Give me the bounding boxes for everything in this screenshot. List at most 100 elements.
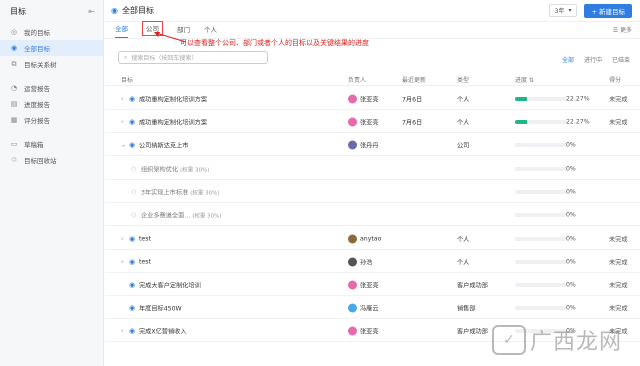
owner-name: 张亚亮 [360,282,379,289]
goal-icon: ◉ [129,280,136,289]
table-row[interactable]: › ◉ test 孙浩 个人 0% 未完成 [105,251,640,273]
filter-ended[interactable]: 已结束 [612,55,630,64]
avatar [348,94,357,103]
new-goal-button[interactable]: + 新建目标 [584,3,632,18]
owner-name: 孙浩 [360,259,373,266]
progress-report-icon: ▤ [10,100,18,108]
progress-fill [515,119,527,124]
page-title: 全部目标 [121,6,154,15]
chevron-right-icon[interactable]: › [121,95,123,102]
search-icon: ⌕ [124,53,128,61]
goal-name[interactable]: 完成大客户定制化培训 [139,280,201,289]
draft-icon: ▭ [10,140,18,148]
table-row[interactable]: › ◉ test anytao 个人 0% 未完成 [105,228,640,250]
table-row[interactable]: ◉ 完成大客户定制化培训 张亚亮 客户成功部 0% 未完成 [105,274,640,296]
tab-all[interactable]: 全部 [115,23,128,38]
avatar [348,326,357,335]
goal-name[interactable]: test [139,235,151,242]
table-row[interactable]: › ◉ 成功重构定制化培训方案 张亚亮 7月6日 个人 22.27% 未完成 [105,88,640,110]
weight-label: (权重 30%) [180,167,210,173]
key-result-row[interactable]: ○ 企业多赛道全面... (权重 30%) 0% [105,204,640,226]
goal-name[interactable]: 完成X亿营销收入 [139,326,187,335]
goal-icon: ◉ [129,117,136,126]
recycle-icon: ♲ [10,156,18,164]
sidebar-item-label: 草稿箱 [24,141,44,149]
key-result-label: 3年实现上市标准 [141,189,189,196]
period-select[interactable]: 3年 ▾ [548,4,578,17]
sidebar-item-ops-report[interactable]: ◔ 运营报告 [0,80,103,96]
table-row[interactable]: ◉ 年度目标450W 冯雁云 销售部 0% 未完成 [105,297,640,319]
key-result-row[interactable]: ○ 3年实现上市标准 (权重 30%) 0% [105,181,640,203]
sidebar-item-label: 评分报告 [24,117,50,125]
weight-label: (权重 30%) [190,190,220,196]
more-button[interactable]: ☰ 更多 [613,25,632,34]
sidebar-item-label: 运营报告 [24,85,50,93]
goal-type: 客户成功部 [457,282,488,289]
status-badge: 未完成 [609,236,628,243]
goal-name[interactable]: 成功重构定制化培训方案 [139,94,207,103]
chevron-right-icon[interactable]: › [121,235,123,242]
filter-all[interactable]: 全部 [562,55,574,64]
sidebar-item-label: 全部目标 [24,45,50,53]
owner: 张亚亮 [348,94,379,103]
avatar [348,117,357,126]
key-result-row[interactable]: ○ 组织架构优化 (权重 30%) 0% [105,158,640,180]
target-icon: ◎ [10,28,18,36]
search-input[interactable]: ⌕ 搜索目标（按回车搜索） [118,51,268,64]
tab-personal[interactable]: 个人 [204,24,217,38]
column-progress[interactable]: 进度 ⇅ [515,75,534,84]
key-result-name[interactable]: 3年实现上市标准 (权重 30%) [141,187,219,196]
owner: 冯雁云 [348,303,379,312]
chevron-right-icon[interactable]: › [121,327,123,334]
progress-bar [515,166,567,171]
goal-type: 客户成功部 [457,328,488,335]
search-placeholder: 搜索目标（按回车搜索） [131,55,198,62]
status-badge: 未完成 [609,282,628,289]
owner: 张亚亮 [348,280,379,289]
filter-in-progress[interactable]: 进行中 [584,55,602,64]
goal-icon: ◉ [129,234,136,243]
goal-name[interactable]: 年度目标450W [139,303,182,312]
table-row[interactable]: › ◉ 成功重构定制化培训方案 张亚亮 7月6日 个人 22.27% 未完成 [105,111,640,133]
owner-name: 张亚亮 [360,328,379,335]
sidebar-item-score-report[interactable]: ▦ 评分报告 [0,112,103,128]
goal-name[interactable]: 公司纳斯达克上市 [139,140,189,149]
goal-type: 公司 [457,142,470,149]
sidebar-item-progress-report[interactable]: ▤ 进度报告 [0,96,103,112]
status-badge: 未完成 [609,96,628,103]
chevron-right-icon[interactable]: › [121,258,123,265]
owner-name: 张亚亮 [360,96,379,103]
sidebar-item-goal-tree[interactable]: ⧉ 目标关系树 [0,56,103,72]
table-row[interactable]: ⌄ ◉ 公司纳斯达克上市 张丹丹 公司 0% [105,134,640,156]
progress-percent: 0% [566,235,576,242]
sidebar-item-my-goals[interactable]: ◎ 我的目标 [0,24,103,40]
progress-bar [515,96,567,101]
goal-type: 个人 [457,119,470,126]
goal-type: 销售部 [457,305,476,312]
key-result-name[interactable]: 企业多赛道全面... (权重 30%) [141,210,221,219]
key-result-name[interactable]: 组织架构优化 (权重 30%) [141,164,209,173]
progress-bar [515,236,567,241]
goal-icon: ◉ [129,257,136,266]
collapse-sidebar-icon[interactable]: ⇤ [88,7,95,16]
progress-percent: 0% [566,281,576,288]
goal-name[interactable]: test [139,258,151,265]
owner: 张亚亮 [348,326,379,335]
goal-name[interactable]: 成功重构定制化培训方案 [139,117,207,126]
avatar [348,303,357,312]
goal-type: 个人 [457,96,470,103]
goal-type: 个人 [457,259,470,266]
report-icon: ◔ [10,84,18,92]
sidebar-item-label: 目标关系树 [24,61,57,69]
avatar [348,280,357,289]
chevron-right-icon[interactable]: › [121,118,123,125]
sidebar-item-all-goals[interactable]: ◉ 全部目标 [0,40,103,56]
chevron-down-icon[interactable]: ⌄ [121,141,126,148]
period-value: 3年 [554,8,565,15]
sidebar-header: 目标 ⇤ [0,0,103,22]
progress-percent: 0% [566,304,576,311]
progress-fill [515,96,527,101]
sidebar-item-recycle-bin[interactable]: ♲ 目标回收站 [0,152,103,168]
sidebar-item-drafts[interactable]: ▭ 草稿箱 [0,136,103,152]
annotation-text: 可以查看整个公司、部门或者个人的目标以及关键结果的进度 [180,39,369,47]
